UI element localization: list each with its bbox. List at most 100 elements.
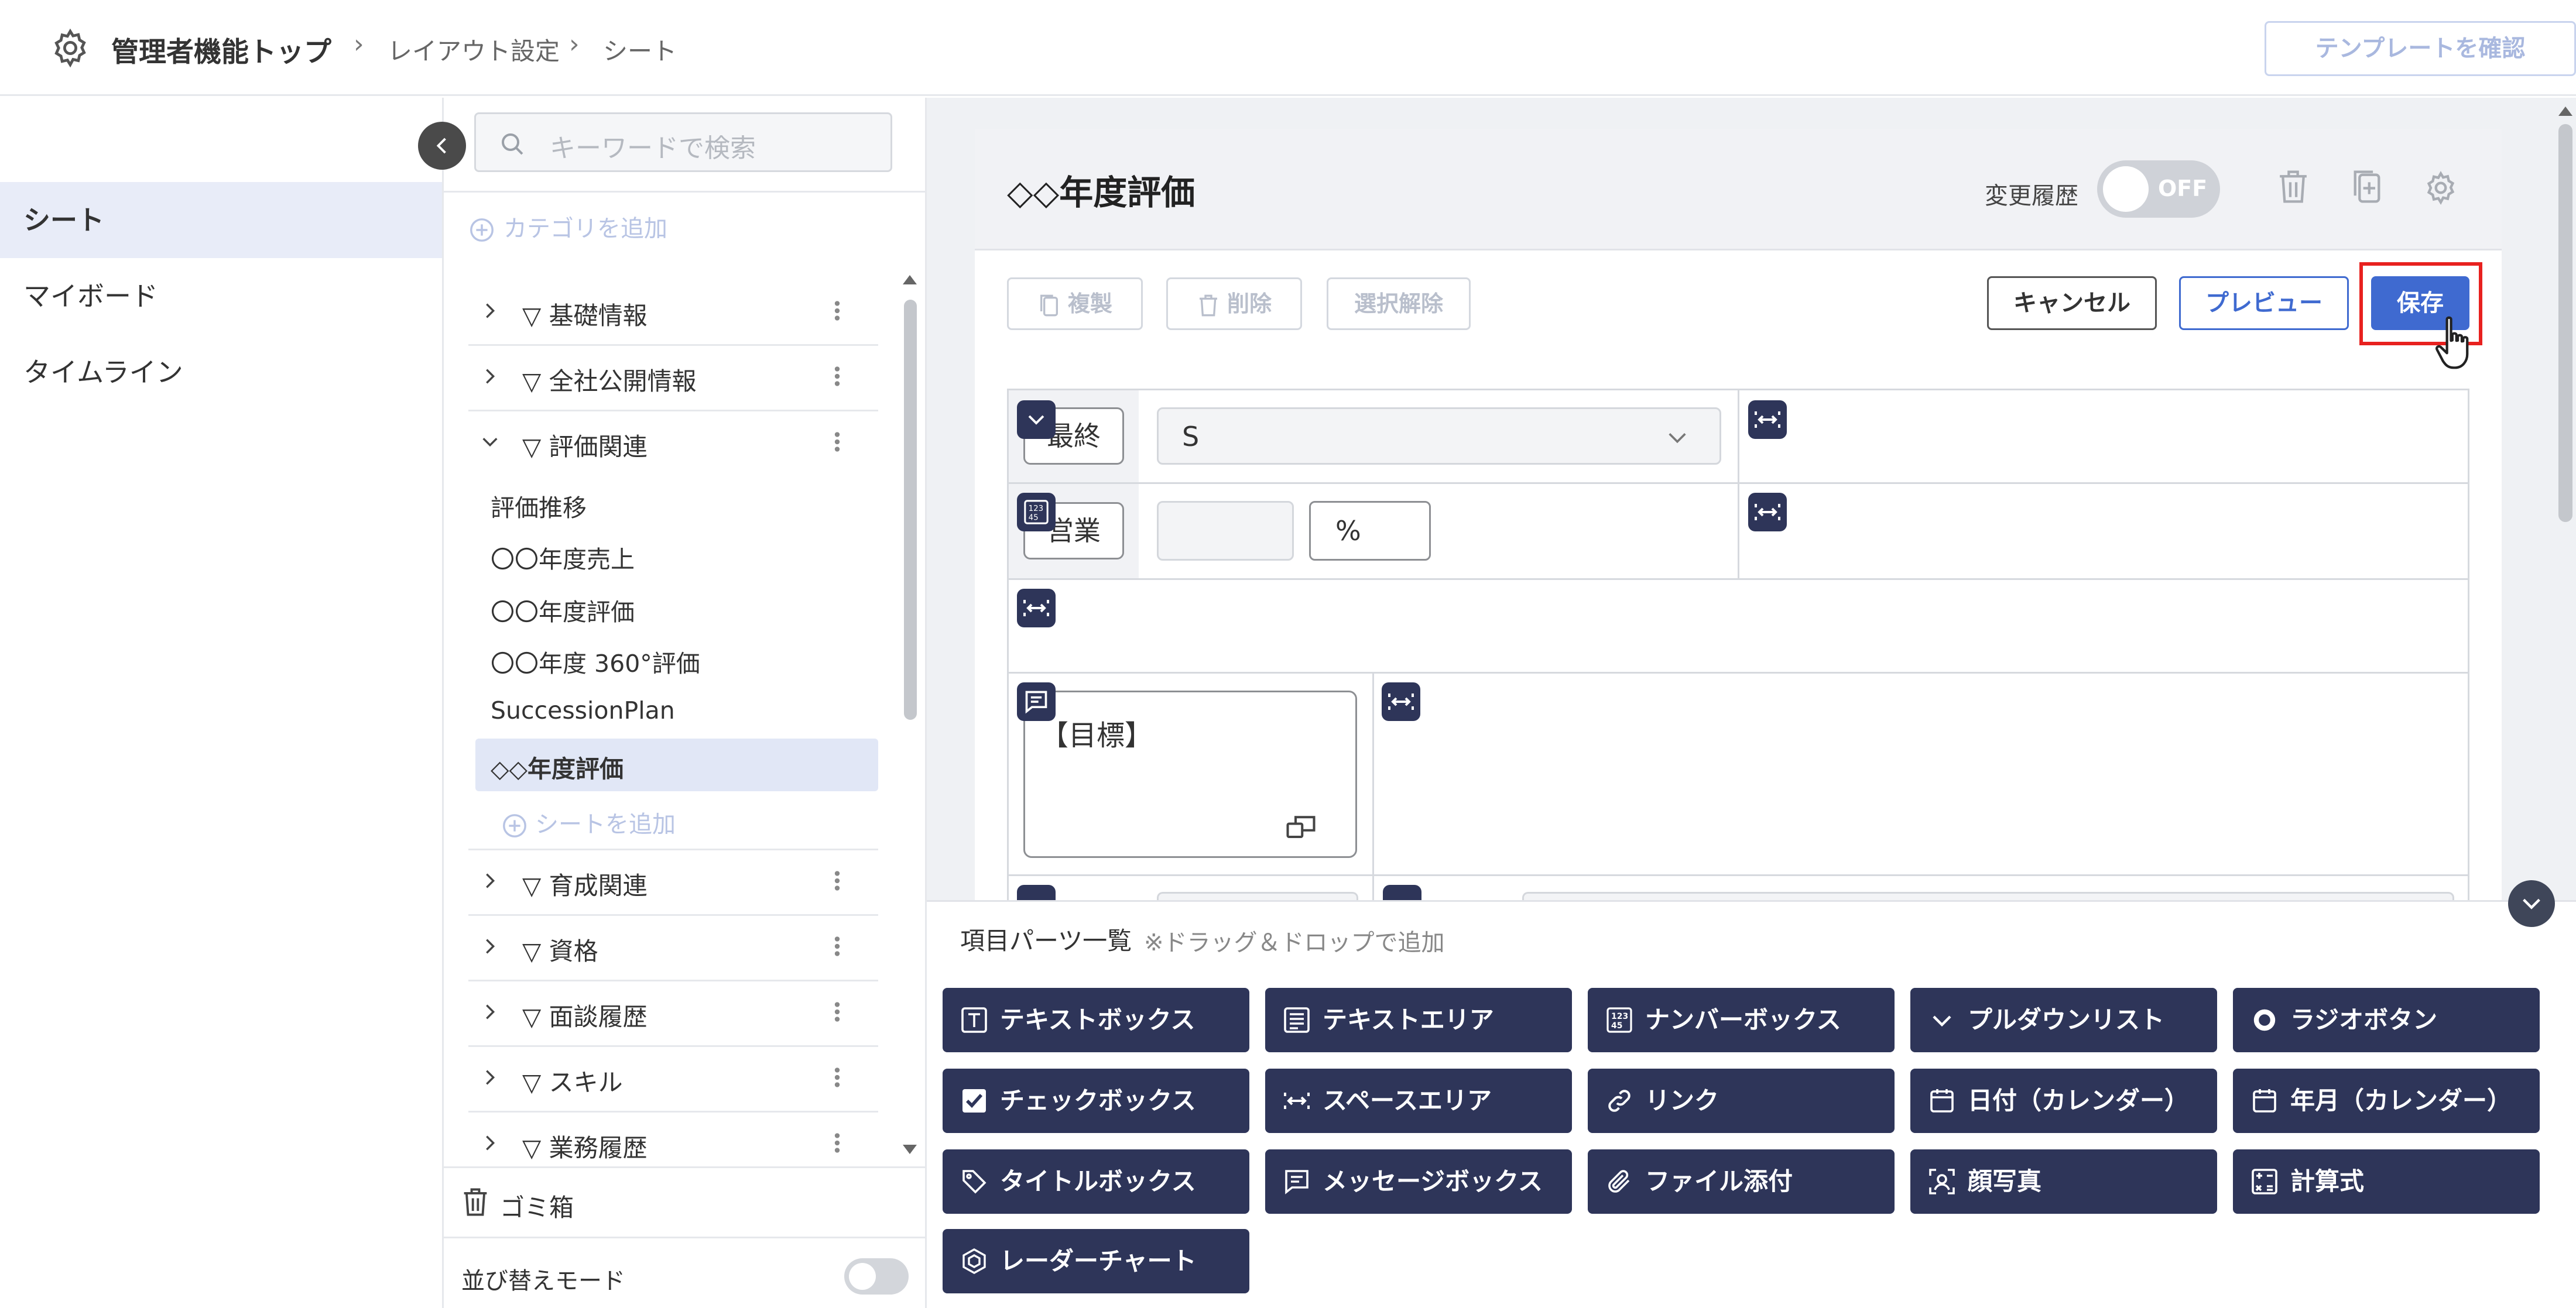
kebab-menu-icon[interactable] xyxy=(831,1128,843,1158)
part-checkbox[interactable]: チェックボックス xyxy=(943,1069,1249,1133)
part-textbox[interactable]: テキストボックス xyxy=(943,988,1249,1052)
kebab-menu-icon[interactable] xyxy=(831,997,843,1027)
part-numberbox[interactable]: 123 45 ナンバーボックス xyxy=(1588,988,1895,1052)
radio-icon xyxy=(2250,1006,2279,1034)
add-sheet-button[interactable]: シートを追加 xyxy=(501,805,676,839)
chevron-right-icon[interactable] xyxy=(480,871,500,891)
category-row[interactable]: ▽ 基礎情報 xyxy=(468,279,878,344)
sheet-title[interactable]: ◇◇年度評価 xyxy=(1007,165,1195,214)
nav-item-sheet[interactable]: シート xyxy=(0,182,442,258)
search-input[interactable]: キーワードで検索 xyxy=(474,112,892,172)
collapse-panel-button[interactable] xyxy=(418,122,466,170)
dropdown-field-badge[interactable] xyxy=(1017,400,1056,439)
goal-message-box[interactable]: 【目標】 xyxy=(1023,691,1357,858)
category-row[interactable]: ▽ 面談履歴 xyxy=(468,980,878,1045)
space-icon xyxy=(1283,1087,1311,1115)
chevron-down-icon[interactable] xyxy=(480,432,500,452)
category-row[interactable]: ▽ 業務履歴 xyxy=(468,1111,878,1166)
sheet-item[interactable]: 〇〇年度 360°評価 xyxy=(491,644,700,679)
part-textarea[interactable]: テキストエリア xyxy=(1265,988,1572,1052)
category-row[interactable]: ▽ スキル xyxy=(468,1045,878,1111)
kebab-menu-icon[interactable] xyxy=(831,866,843,895)
scroll-down-arrow-icon[interactable] xyxy=(902,1142,918,1156)
sheet-item[interactable]: 〇〇年度売上 xyxy=(491,540,635,575)
header-title[interactable]: 管理者機能トップ xyxy=(111,29,331,70)
copy-icon[interactable] xyxy=(2349,167,2385,206)
part-portrait[interactable]: 顔写真 xyxy=(1910,1149,2217,1214)
kebab-menu-icon[interactable] xyxy=(831,296,843,325)
part-label: ファイル添付 xyxy=(1645,1167,1793,1196)
scroll-up-arrow-icon[interactable] xyxy=(902,273,918,287)
chevron-right-icon[interactable] xyxy=(480,1133,500,1153)
part-formula[interactable]: 計算式 xyxy=(2233,1149,2540,1214)
cut-off-input[interactable] xyxy=(1157,892,1358,900)
kebab-menu-icon[interactable] xyxy=(831,932,843,961)
template-confirm-button[interactable]: テンプレートを確認 xyxy=(2265,21,2576,76)
scroll-up-arrow-icon[interactable] xyxy=(2557,104,2574,118)
sheet-item-active[interactable]: ◇◇年度評価 xyxy=(491,749,624,784)
part-date-calendar[interactable]: 日付（カレンダー） xyxy=(1910,1069,2217,1133)
sheet-item[interactable]: 評価推移 xyxy=(491,488,587,523)
kebab-menu-icon[interactable] xyxy=(831,362,843,391)
kebab-menu-icon[interactable] xyxy=(831,1063,843,1092)
part-radar-chart[interactable]: レーダーチャート xyxy=(943,1229,1249,1293)
part-label: メッセージボックス xyxy=(1323,1167,1543,1196)
category-name: ▽ 資格 xyxy=(522,937,598,966)
sales-number-input[interactable] xyxy=(1157,501,1294,561)
textbox-field-badge[interactable] xyxy=(1017,885,1056,900)
gear-icon[interactable] xyxy=(49,27,91,69)
delete-button[interactable]: 削除 xyxy=(1166,277,1302,330)
nav-item-timeline[interactable]: タイムライン xyxy=(0,334,442,410)
trash-icon[interactable] xyxy=(2275,167,2311,206)
expand-icon[interactable] xyxy=(1285,813,1317,840)
part-message-box[interactable]: メッセージボックス xyxy=(1265,1149,1572,1214)
duplicate-button[interactable]: 複製 xyxy=(1007,277,1143,330)
cancel-button[interactable]: キャンセル xyxy=(1987,276,2157,330)
history-label: 変更履歴 xyxy=(1985,183,2078,210)
gear-icon[interactable] xyxy=(2423,170,2459,206)
final-grade-select[interactable]: S xyxy=(1157,407,1721,465)
number-icon: 123 45 xyxy=(1605,1006,1633,1034)
trash-row[interactable]: ゴミ箱 xyxy=(444,1166,925,1237)
space-area-badge[interactable] xyxy=(1017,589,1056,627)
chevron-right-icon[interactable] xyxy=(480,1067,500,1087)
sales-unit-field[interactable]: % xyxy=(1309,501,1431,561)
kebab-menu-icon[interactable] xyxy=(831,427,843,456)
main-scrollbar-thumb[interactable] xyxy=(2558,124,2572,522)
sort-mode-toggle[interactable] xyxy=(844,1258,909,1295)
nav-item-myboard[interactable]: マイボード xyxy=(0,258,442,334)
part-space-area[interactable]: スペースエリア xyxy=(1265,1069,1572,1133)
space-icon xyxy=(1022,596,1050,620)
sheet-item[interactable]: SuccessionPlan xyxy=(491,696,675,725)
part-month-calendar[interactable]: 年月（カレンダー） xyxy=(2233,1069,2540,1133)
category-row-expanded[interactable]: ▽ 評価関連 xyxy=(468,410,878,475)
chevron-right-icon[interactable] xyxy=(480,1002,500,1022)
deselect-button[interactable]: 選択解除 xyxy=(1327,277,1471,330)
chevron-right-icon[interactable] xyxy=(480,366,500,386)
category-row[interactable]: ▽ 全社公開情報 xyxy=(468,344,878,410)
part-pulldown[interactable]: プルダウンリスト xyxy=(1910,988,2217,1052)
space-area-badge[interactable] xyxy=(1382,682,1420,721)
part-title-box[interactable]: タイトルボックス xyxy=(943,1149,1249,1214)
part-link[interactable]: リンク xyxy=(1588,1069,1895,1133)
part-radio[interactable]: ラジオボタン xyxy=(2233,988,2540,1052)
category-row[interactable]: ▽ 資格 xyxy=(468,914,878,980)
category-row[interactable]: ▽ 育成関連 xyxy=(468,849,878,914)
cut-off-textarea[interactable] xyxy=(1522,892,2454,900)
number-field-badge[interactable]: 123 45 xyxy=(1017,493,1056,531)
tag-icon xyxy=(960,1168,988,1196)
history-toggle[interactable]: OFF xyxy=(2097,160,2220,218)
add-category-button[interactable]: カテゴリを追加 xyxy=(468,210,667,243)
message-field-badge[interactable] xyxy=(1017,682,1056,721)
part-file-attach[interactable]: ファイル添付 xyxy=(1588,1149,1895,1214)
breadcrumb-layout-settings[interactable]: レイアウト設定 xyxy=(388,32,560,67)
space-area-badge[interactable] xyxy=(1748,400,1787,439)
sheet-item[interactable]: 〇〇年度評価 xyxy=(491,592,635,627)
chevron-right-icon[interactable] xyxy=(480,936,500,956)
textarea-field-badge[interactable] xyxy=(1383,885,1421,900)
preview-button[interactable]: プレビュー xyxy=(2179,276,2349,330)
chevron-right-icon[interactable] xyxy=(480,301,500,321)
space-area-badge[interactable] xyxy=(1748,493,1787,531)
category-scrollbar-thumb[interactable] xyxy=(904,300,917,720)
collapse-parts-button[interactable] xyxy=(2508,880,2555,927)
